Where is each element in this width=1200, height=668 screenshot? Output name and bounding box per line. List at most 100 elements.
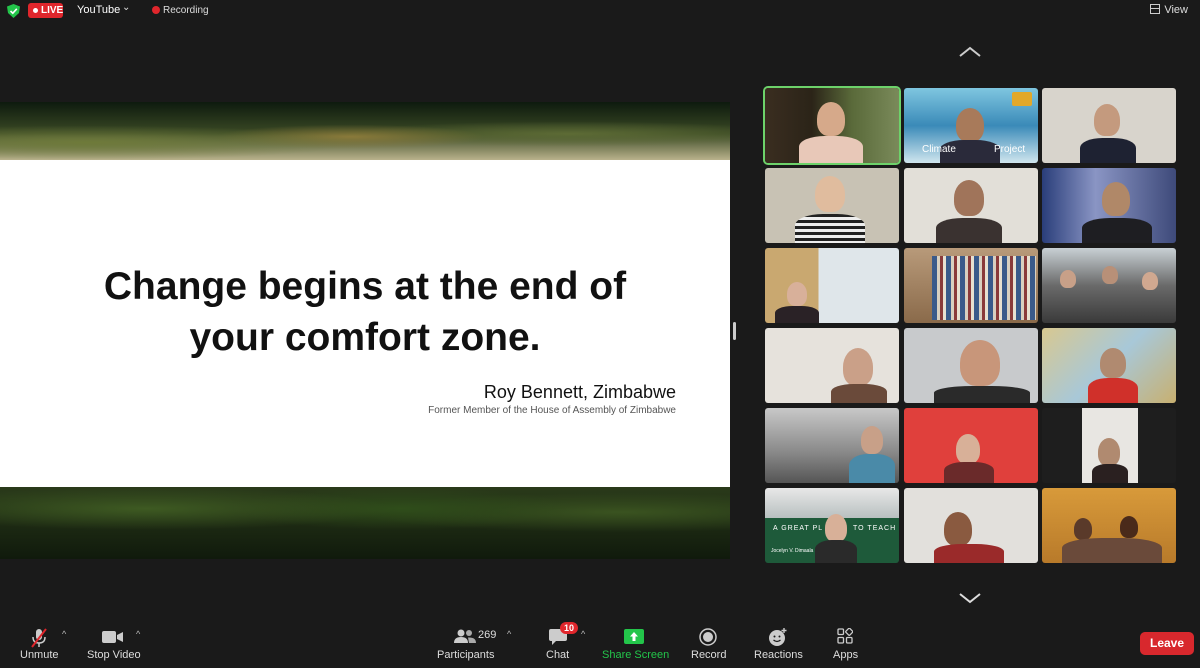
participant-video-tile[interactable]: A GREAT PL TO TEACH Jocelyn V. Dimaala	[765, 488, 899, 563]
leave-button[interactable]: Leave	[1140, 632, 1194, 655]
audio-options-caret-icon[interactable]: ^	[62, 629, 66, 639]
participant-video-tile[interactable]	[904, 168, 1038, 243]
participant-video-tile[interactable]	[1042, 328, 1176, 403]
tile-logo-icon	[1012, 92, 1032, 106]
apps-label: Apps	[833, 649, 859, 661]
muted-microphone-icon	[31, 628, 47, 648]
video-camera-icon	[102, 631, 123, 643]
unmute-label: Unmute	[20, 649, 59, 661]
participants-button[interactable]: 269 Participants	[434, 620, 500, 668]
chevron-up-icon[interactable]	[958, 46, 982, 58]
stream-target-label[interactable]: YouTube	[77, 4, 120, 16]
share-screen-button[interactable]: Share Screen	[600, 620, 670, 668]
slide-author: Roy Bennett, Zimbabwe	[483, 382, 676, 402]
tile-background-text: A GREAT PL	[773, 525, 824, 532]
live-label: LIVE	[41, 5, 64, 16]
participant-video-tile[interactable]	[904, 248, 1038, 323]
slide-author-title: Former Member of the House of Assembly o…	[428, 405, 676, 416]
chat-unread-badge: 10	[560, 622, 578, 634]
tile-background-text: Project	[994, 144, 1026, 155]
participant-name-caption: Jocelyn V. Dimaala	[771, 548, 814, 554]
participant-video-tile[interactable]	[765, 408, 899, 483]
participants-options-caret-icon[interactable]: ^	[507, 629, 511, 639]
participant-face	[1102, 266, 1118, 284]
participant-face	[1098, 438, 1120, 466]
participant-video-tile[interactable]	[765, 328, 899, 403]
participant-face	[843, 348, 873, 386]
meeting-toolbar: Unmute ^ Stop Video ^ 269 Participants ^…	[0, 620, 1200, 668]
live-badge[interactable]: LIVE	[28, 3, 63, 18]
participant-face	[817, 102, 845, 136]
reactions-button[interactable]: Reactions	[750, 620, 806, 668]
slide-quote: Change begins at the end of your comfort…	[0, 261, 730, 363]
split-view-resize-handle[interactable]	[733, 322, 736, 340]
apps-icon	[837, 628, 853, 644]
participant-video-tile[interactable]	[904, 328, 1038, 403]
participant-body	[799, 136, 863, 163]
participant-video-tile[interactable]: Climate Project	[904, 88, 1038, 163]
chat-options-caret-icon[interactable]: ^	[581, 629, 585, 639]
record-icon	[699, 628, 717, 646]
participant-video-tile[interactable]	[765, 168, 899, 243]
chevron-down-icon[interactable]	[958, 592, 982, 604]
unmute-button[interactable]: Unmute	[14, 620, 64, 668]
participant-body	[1088, 378, 1138, 403]
participants-count: 269	[478, 629, 497, 641]
participant-face	[1060, 270, 1076, 288]
participant-video-tile[interactable]	[1042, 488, 1176, 563]
participant-video-tile[interactable]	[904, 408, 1038, 483]
slide-forest-footer-image	[0, 487, 730, 559]
participant-portrait-video	[1082, 408, 1138, 483]
tile-background-text: Climate	[922, 144, 956, 155]
video-options-caret-icon[interactable]: ^	[136, 629, 140, 639]
bookshelf	[932, 256, 1036, 320]
slide-forest-header-image	[0, 102, 730, 160]
participant-video-tile[interactable]	[765, 88, 899, 163]
participant-body	[1092, 464, 1128, 483]
share-screen-label: Share Screen	[602, 649, 670, 661]
slide-quote-line-1: Change begins at the end of	[103, 265, 627, 308]
participant-face	[1142, 272, 1158, 290]
chat-label: Chat	[546, 649, 570, 661]
record-dot-icon	[152, 6, 160, 14]
reactions-label: Reactions	[754, 649, 803, 661]
participant-body	[849, 454, 895, 483]
record-label: Record	[691, 649, 727, 661]
chevron-down-icon[interactable]: ⌄	[122, 2, 130, 13]
view-button[interactable]: View	[1150, 4, 1188, 16]
stop-video-button[interactable]: Stop Video	[84, 620, 144, 668]
participant-face	[1100, 348, 1126, 378]
participant-video-tile[interactable]	[1042, 168, 1176, 243]
shared-screen: Change begins at the end of your comfort…	[0, 102, 730, 559]
participant-video-tile[interactable]	[765, 248, 899, 323]
participant-video-tile[interactable]	[1042, 408, 1176, 483]
recording-label: Recording	[163, 5, 209, 16]
participant-face	[861, 426, 883, 454]
view-label: View	[1164, 4, 1188, 16]
stop-video-label: Stop Video	[87, 649, 141, 661]
participant-face	[956, 434, 980, 464]
participant-face	[825, 514, 847, 542]
participants-icon	[454, 629, 476, 643]
shield-icon[interactable]	[7, 4, 20, 18]
live-dot-icon	[33, 8, 38, 13]
participant-face	[1102, 182, 1130, 216]
participants-label: Participants	[437, 649, 495, 661]
recording-indicator[interactable]: Recording	[152, 5, 209, 16]
participant-face	[954, 180, 984, 216]
record-button[interactable]: Record	[688, 620, 728, 668]
participant-face	[1120, 516, 1138, 538]
participant-video-tile[interactable]	[1042, 248, 1176, 323]
participant-body	[815, 540, 857, 563]
participant-video-tile[interactable]	[904, 488, 1038, 563]
participant-body	[1080, 138, 1136, 163]
meeting-top-bar: LIVE YouTube ⌄ Recording View	[0, 0, 1200, 22]
participant-video-tile[interactable]	[1042, 88, 1176, 163]
participant-face	[815, 176, 845, 212]
participant-body	[936, 218, 1002, 243]
slide-content: Change begins at the end of your comfort…	[0, 160, 730, 487]
apps-button[interactable]: Apps	[826, 620, 864, 668]
share-screen-icon	[624, 629, 644, 644]
participant-face	[787, 282, 807, 306]
view-layout-icon	[1150, 4, 1161, 14]
